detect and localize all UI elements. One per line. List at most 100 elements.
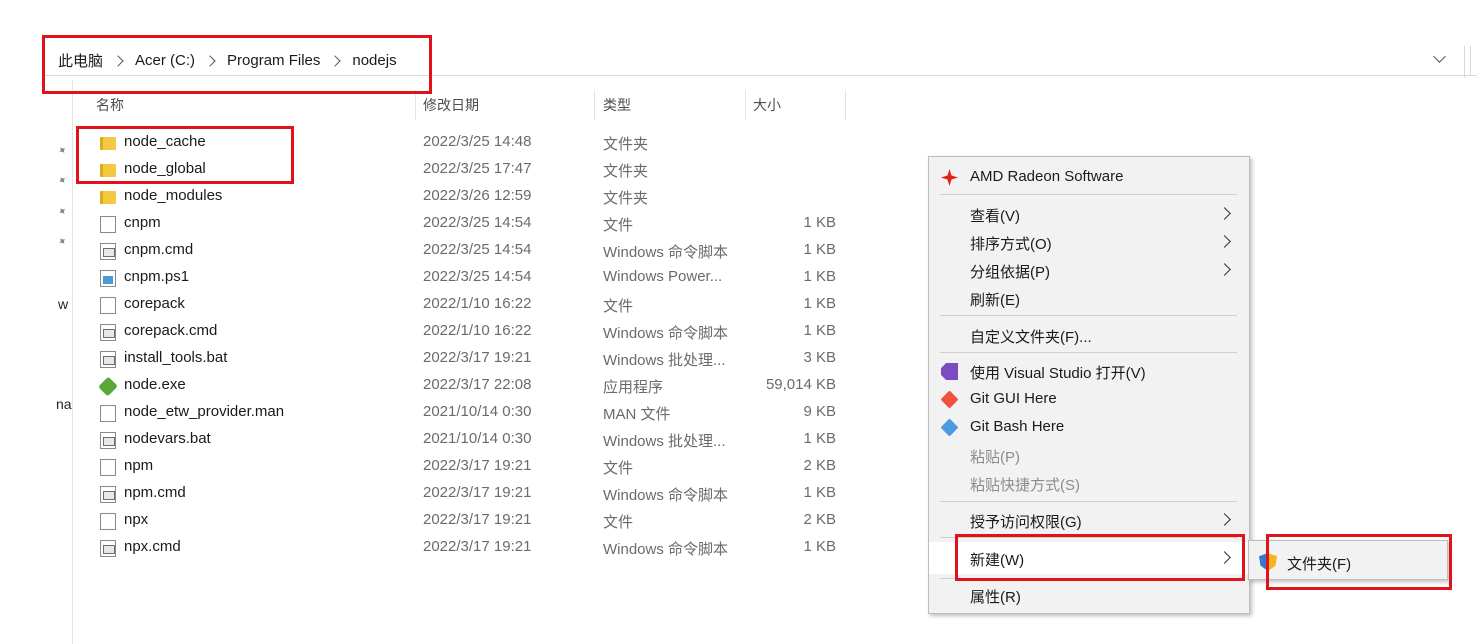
file-row[interactable]: node_etw_provider.man 2021/10/14 0:30 MA… bbox=[92, 400, 852, 427]
file-row[interactable]: nodevars.bat 2021/10/14 0:30 Windows 批处理… bbox=[92, 427, 852, 454]
file-row[interactable]: corepack 2022/1/10 16:22 文件 1 KB bbox=[92, 292, 852, 319]
menu-item-label: 分组依据(P) bbox=[970, 264, 1050, 281]
file-row[interactable]: cnpm.ps1 2022/3/25 14:54 Windows Power..… bbox=[92, 265, 852, 292]
file-row[interactable]: npx 2022/3/17 19:21 文件 2 KB bbox=[92, 508, 852, 535]
chevron-down-icon[interactable] bbox=[1433, 50, 1446, 63]
file-type: Windows 批处理... bbox=[603, 433, 726, 450]
menu-item-label: 刷新(E) bbox=[970, 292, 1020, 309]
file-row[interactable]: node.exe 2022/3/17 22:08 应用程序 59,014 KB bbox=[92, 373, 852, 400]
file-size: 1 KB bbox=[803, 538, 836, 555]
nav-item-fragment[interactable]: na bbox=[56, 396, 72, 412]
folder-icon bbox=[100, 191, 116, 204]
menu-item-git-bash[interactable]: Git Bash Here bbox=[929, 413, 1249, 441]
file-row[interactable]: install_tools.bat 2022/3/17 19:21 Window… bbox=[92, 346, 852, 373]
menu-item-label: 粘贴快捷方式(S) bbox=[970, 477, 1080, 494]
menu-item-label: 授予访问权限(G) bbox=[970, 514, 1082, 531]
column-header-modified[interactable]: 修改日期 bbox=[415, 90, 595, 120]
menu-item-label: 使用 Visual Studio 打开(V) bbox=[970, 365, 1146, 382]
file-date: 2022/3/17 19:21 bbox=[423, 484, 532, 501]
menu-item-paste-shortcut[interactable]: 粘贴快捷方式(S) bbox=[929, 469, 1249, 497]
file-row[interactable]: node_modules 2022/3/26 12:59 文件夹 bbox=[92, 184, 852, 211]
file-date: 2022/3/25 17:47 bbox=[423, 160, 532, 177]
visual-studio-icon bbox=[941, 363, 958, 380]
file-date: 2022/3/17 19:21 bbox=[423, 457, 532, 474]
menu-item-label: 粘贴(P) bbox=[970, 449, 1020, 466]
file-name: npx bbox=[124, 511, 149, 528]
file-size: 1 KB bbox=[803, 322, 836, 339]
menu-item-grant-access[interactable]: 授予访问权限(G) bbox=[929, 506, 1249, 534]
cmd-script-icon bbox=[100, 432, 116, 449]
annotation-box-breadcrumb bbox=[42, 35, 432, 94]
cmd-script-icon bbox=[100, 540, 116, 557]
file-date: 2022/3/17 19:21 bbox=[423, 538, 532, 555]
menu-item-amd-radeon[interactable]: AMD Radeon Software bbox=[929, 163, 1249, 191]
menu-item-properties[interactable]: 属性(R) bbox=[929, 581, 1249, 609]
navigation-pane[interactable] bbox=[0, 80, 73, 644]
file-size: 59,014 KB bbox=[765, 376, 836, 393]
file-type: Windows 命令脚本 bbox=[603, 541, 729, 558]
file-row[interactable]: cnpm.cmd 2022/3/25 14:54 Windows 命令脚本 1 … bbox=[92, 238, 852, 265]
file-size: 2 KB bbox=[803, 457, 836, 474]
chevron-right-icon bbox=[1218, 263, 1231, 276]
menu-item-refresh[interactable]: 刷新(E) bbox=[929, 284, 1249, 312]
file-row[interactable]: npm 2022/3/17 19:21 文件 2 KB bbox=[92, 454, 852, 481]
menu-separator bbox=[940, 315, 1237, 316]
menu-item-label: 查看(V) bbox=[970, 208, 1020, 225]
menu-item-label: Git Bash Here bbox=[970, 418, 1065, 435]
file-size: 1 KB bbox=[803, 295, 836, 312]
file-date: 2022/3/17 19:21 bbox=[423, 511, 532, 528]
file-name: npx.cmd bbox=[124, 538, 181, 555]
column-header-size[interactable]: 大小 bbox=[745, 90, 846, 120]
file-row[interactable]: npx.cmd 2022/3/17 19:21 Windows 命令脚本 1 K… bbox=[92, 535, 852, 562]
menu-item-git-gui[interactable]: Git GUI Here bbox=[929, 385, 1249, 413]
file-row[interactable]: corepack.cmd 2022/1/10 16:22 Windows 命令脚… bbox=[92, 319, 852, 346]
cmd-script-icon bbox=[100, 351, 116, 368]
address-divider bbox=[1464, 46, 1465, 78]
file-row[interactable]: npm.cmd 2022/3/17 19:21 Windows 命令脚本 1 K… bbox=[92, 481, 852, 508]
file-type: 文件 bbox=[603, 217, 634, 234]
file-date: 2021/10/14 0:30 bbox=[423, 430, 532, 447]
file-date: 2021/10/14 0:30 bbox=[423, 403, 532, 420]
file-row[interactable]: cnpm 2022/3/25 14:54 文件 1 KB bbox=[92, 211, 852, 238]
cmd-script-icon bbox=[100, 486, 116, 503]
file-type: Windows 命令脚本 bbox=[603, 244, 729, 261]
file-type: Windows 命令脚本 bbox=[603, 487, 729, 504]
nodejs-exe-icon bbox=[98, 376, 118, 397]
chevron-right-icon bbox=[1218, 235, 1231, 248]
file-type: Windows Power... bbox=[603, 268, 723, 285]
column-header-type[interactable]: 类型 bbox=[595, 90, 746, 120]
git-icon bbox=[940, 390, 959, 409]
file-type: 应用程序 bbox=[603, 379, 664, 396]
file-size: 1 KB bbox=[803, 214, 836, 231]
menu-item-paste[interactable]: 粘贴(P) bbox=[929, 441, 1249, 469]
nav-item-fragment[interactable]: w bbox=[58, 296, 68, 312]
file-name: npm bbox=[124, 457, 154, 474]
file-date: 2022/3/17 19:21 bbox=[423, 349, 532, 366]
file-size: 1 KB bbox=[803, 241, 836, 258]
menu-item-sort[interactable]: 排序方式(O) bbox=[929, 228, 1249, 256]
file-name: node_modules bbox=[124, 187, 223, 204]
file-date: 2022/3/25 14:54 bbox=[423, 268, 532, 285]
file-size: 1 KB bbox=[803, 430, 836, 447]
file-type: 文件夹 bbox=[603, 163, 649, 180]
menu-item-group[interactable]: 分组依据(P) bbox=[929, 256, 1249, 284]
file-icon bbox=[100, 459, 116, 476]
chevron-right-icon bbox=[1218, 513, 1231, 526]
menu-item-label: AMD Radeon Software bbox=[970, 168, 1124, 185]
file-type: 文件 bbox=[603, 298, 634, 315]
file-icon bbox=[100, 513, 116, 530]
cmd-script-icon bbox=[100, 243, 116, 260]
menu-item-view[interactable]: 查看(V) bbox=[929, 200, 1249, 228]
file-date: 2022/3/25 14:48 bbox=[423, 133, 532, 150]
chevron-right-icon bbox=[1218, 207, 1231, 220]
file-size: 1 KB bbox=[803, 484, 836, 501]
annotation-box-new-item bbox=[955, 534, 1245, 581]
menu-item-customize-folder[interactable]: 自定义文件夹(F)... bbox=[929, 321, 1249, 349]
menu-item-label: 排序方式(O) bbox=[970, 236, 1052, 253]
column-header-name[interactable]: 名称 bbox=[88, 90, 416, 120]
file-size: 9 KB bbox=[803, 403, 836, 420]
git-bash-icon bbox=[940, 418, 959, 437]
powershell-script-icon bbox=[100, 270, 116, 287]
menu-item-open-visual-studio[interactable]: 使用 Visual Studio 打开(V) bbox=[929, 357, 1249, 385]
file-date: 2022/3/26 12:59 bbox=[423, 187, 532, 204]
